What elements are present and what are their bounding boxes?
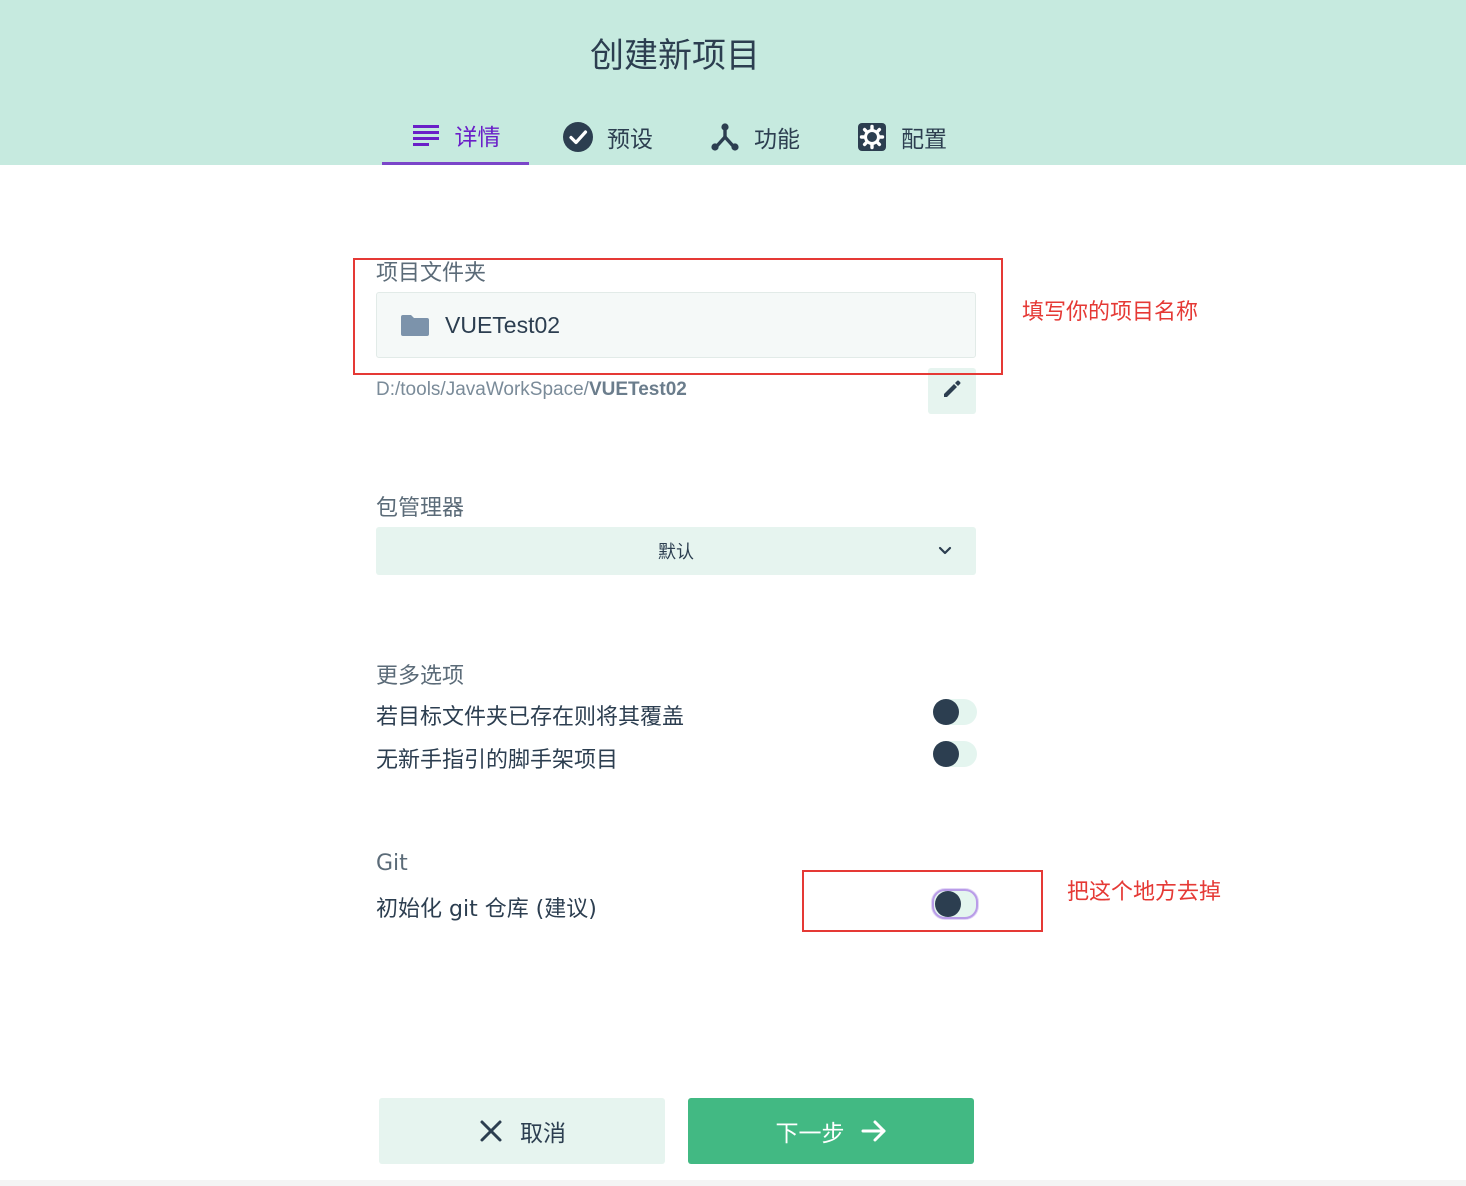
arrow-right-icon [861, 1118, 887, 1144]
list-icon [411, 120, 441, 150]
next-button[interactable]: 下一步 [688, 1098, 974, 1164]
tab-features[interactable]: 功能 [695, 108, 815, 165]
tab-config[interactable]: 配置 [842, 108, 962, 165]
git-init-label: 初始化 git 仓库 (建议) [376, 897, 597, 922]
chevron-down-icon [936, 541, 954, 559]
fork-icon [710, 122, 740, 152]
package-manager-label: 包管理器 [376, 496, 465, 521]
header: 创建新项目 详情 预设 功能 配置 [0, 0, 1466, 165]
check-circle-icon [563, 121, 593, 152]
path-prefix: D:/tools/JavaWorkSpace/ [376, 379, 589, 400]
toggle-knob [933, 699, 959, 725]
annotation-git-note: 把这个地方去掉 [1067, 880, 1222, 905]
no-guide-option-label: 无新手指引的脚手架项目 [376, 748, 619, 773]
page-title: 创建新项目 [590, 36, 760, 76]
next-label: 下一步 [775, 1121, 845, 1147]
pencil-icon [942, 379, 962, 403]
path-name: VUETest02 [588, 379, 687, 400]
gear-icon [857, 122, 887, 152]
overwrite-toggle[interactable] [933, 699, 977, 725]
tab-label: 详情 [454, 125, 501, 151]
toggle-knob [933, 741, 959, 767]
project-path: D:/tools/JavaWorkSpace/VUETest02 [376, 379, 687, 401]
annotation-name-note: 填写你的项目名称 [1022, 300, 1199, 325]
annotation-box-git [802, 870, 1043, 932]
annotation-box-name [353, 258, 1003, 375]
close-icon [478, 1118, 504, 1144]
tab-presets[interactable]: 预设 [548, 108, 668, 165]
more-options-label: 更多选项 [376, 664, 465, 689]
bottom-divider [0, 1180, 1466, 1186]
cancel-label: 取消 [520, 1121, 566, 1147]
package-manager-value: 默认 [658, 542, 694, 563]
tab-label: 配置 [901, 126, 947, 153]
tab-label: 功能 [754, 126, 800, 153]
overwrite-option-label: 若目标文件夹已存在则将其覆盖 [376, 705, 685, 730]
git-label: Git [376, 851, 408, 876]
package-manager-select[interactable]: 默认 [376, 527, 976, 575]
tab-details[interactable]: 详情 [382, 108, 529, 165]
tab-label: 预设 [607, 126, 653, 153]
cancel-button[interactable]: 取消 [379, 1098, 665, 1164]
no-guide-toggle[interactable] [933, 741, 977, 767]
